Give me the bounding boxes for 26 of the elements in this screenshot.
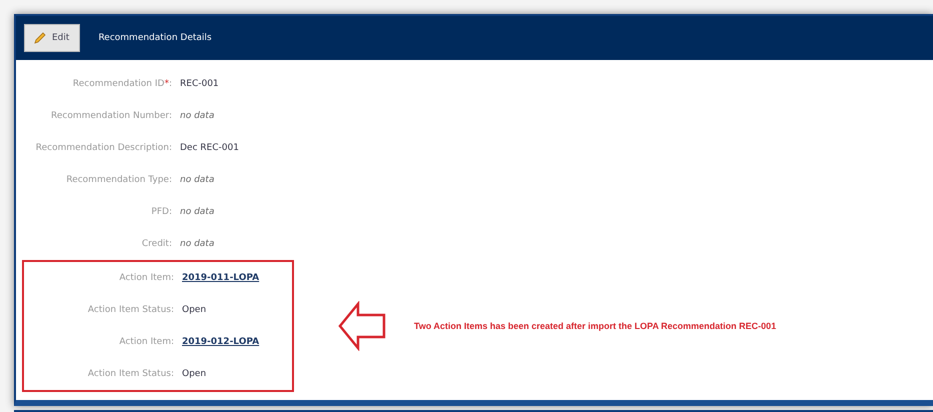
field-label: Recommendation ID*: <box>72 79 172 89</box>
field-value: REC-001 <box>180 79 219 89</box>
annotation-text: Two Action Items has been created after import the LOPA Recommendation REC-001 <box>414 321 776 331</box>
field-value: Open <box>182 369 206 379</box>
pencil-icon <box>33 31 47 45</box>
field-label: Credit: <box>140 239 172 249</box>
field-value: no data <box>180 239 214 249</box>
field-label: Action Item: <box>118 337 174 347</box>
field-label: Action Item Status: <box>86 369 174 379</box>
field-value: Dec REC-001 <box>180 143 239 153</box>
field-value: Open <box>182 305 206 315</box>
field-label: Recommendation Description: <box>34 143 172 153</box>
field-label: Recommendation Type: <box>65 175 172 185</box>
action-item-link[interactable]: 2019-012-LOPA <box>182 337 260 347</box>
required-mark: * <box>164 79 169 89</box>
field-value: no data <box>180 111 214 121</box>
field-label: Action Item: <box>118 273 174 283</box>
field-label: Action Item Status: <box>86 305 174 315</box>
action-item-link[interactable]: 2019-011-LOPA <box>182 273 260 283</box>
field-value: no data <box>180 207 214 217</box>
edit-button[interactable]: Edit <box>24 24 80 52</box>
field-label: Recommendation Number: <box>50 111 172 121</box>
panel-title: Recommendation Details <box>98 33 212 43</box>
left-arrow-icon <box>338 301 386 351</box>
field-value: no data <box>180 175 214 185</box>
field-label: PFD: <box>150 207 172 217</box>
